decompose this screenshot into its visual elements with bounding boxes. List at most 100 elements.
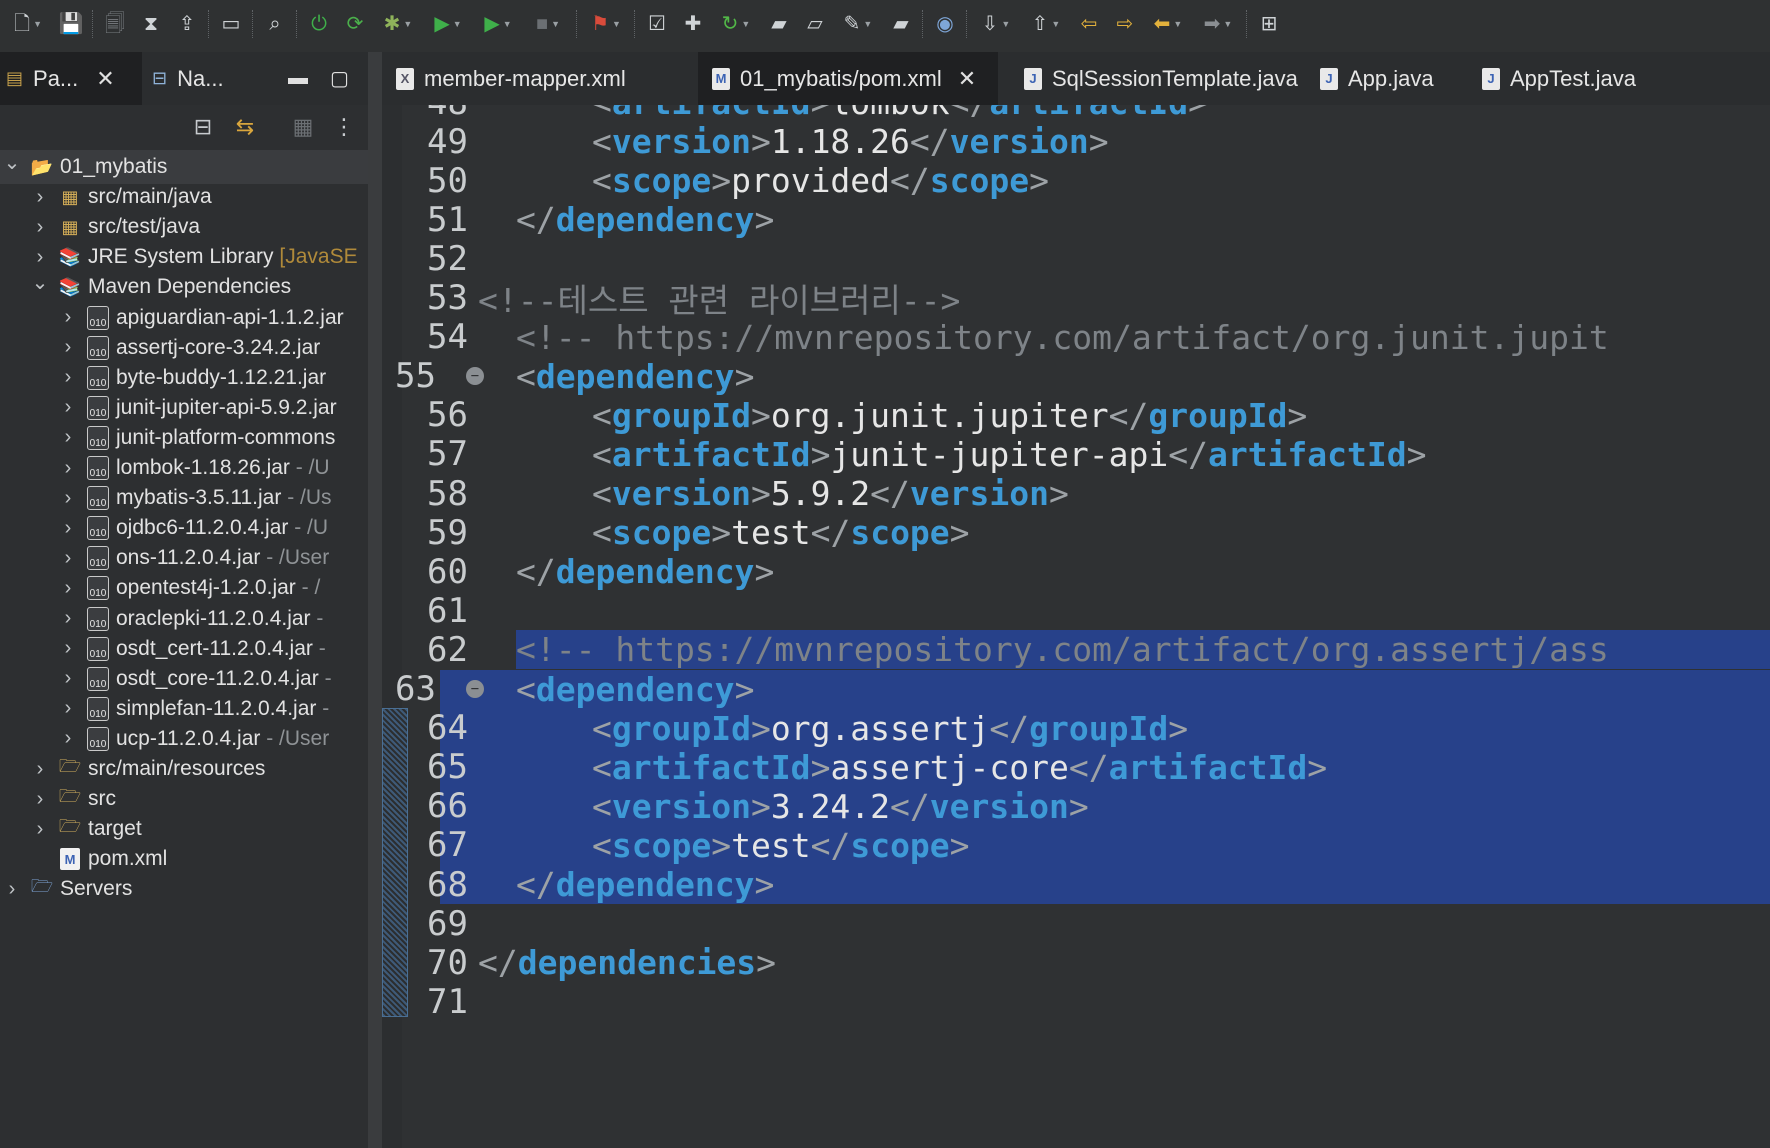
close-icon[interactable]: ✕ <box>958 66 976 92</box>
dropdown-arrow-icon[interactable]: ▼ <box>1223 19 1232 29</box>
tree-item[interactable]: › 010 lombok-1.18.26.jar - /U <box>0 451 368 485</box>
chevron-right-icon[interactable]: › <box>58 547 78 570</box>
next-annotation-icon[interactable]: ⇩ ▼ <box>972 8 1020 40</box>
open-task-icon[interactable]: ☑ <box>640 8 674 40</box>
open-icon[interactable]: ▱ <box>798 8 832 40</box>
code-line[interactable]: 63 − <dependency> <box>382 669 1770 709</box>
chevron-down-icon[interactable]: ⌄ <box>2 150 22 175</box>
dropdown-arrow-icon[interactable]: ▼ <box>612 19 621 29</box>
dropdown-arrow-icon[interactable]: ▼ <box>33 19 42 29</box>
tree-item[interactable]: Mpom.xml <box>0 842 368 876</box>
chevron-right-icon[interactable]: › <box>58 306 78 329</box>
chevron-right-icon[interactable]: › <box>58 426 78 449</box>
fold-toggle-icon[interactable]: − <box>466 367 484 386</box>
code-line[interactable]: 67 <scope>test</scope> <box>382 825 1770 865</box>
chevron-right-icon[interactable]: › <box>58 607 78 630</box>
chevron-right-icon[interactable]: › <box>58 457 78 480</box>
code-line[interactable]: 70 </dependencies> <box>382 943 1770 983</box>
panel-divider[interactable] <box>368 52 382 1148</box>
back-nav-icon[interactable]: ⬅ ▼ <box>1144 8 1192 40</box>
prev-annotation-icon[interactable]: ⇧ ▼ <box>1022 8 1070 40</box>
new-icon[interactable]: 🗋 ▼ <box>4 8 52 40</box>
dropdown-arrow-icon[interactable]: ▼ <box>503 19 512 29</box>
dropdown-arrow-icon[interactable]: ▼ <box>403 19 412 29</box>
chevron-right-icon[interactable]: › <box>30 818 50 841</box>
dropdown-arrow-icon[interactable]: ▼ <box>1001 19 1010 29</box>
edit-icon[interactable]: ✎ ▼ <box>834 8 882 40</box>
tab-navigator[interactable]: ⊟ Na... <box>146 52 286 105</box>
tree-item[interactable]: › 010 ons-11.2.0.4.jar - /User <box>0 541 368 575</box>
search-icon[interactable]: ⌕ <box>258 8 292 40</box>
dropdown-arrow-icon[interactable]: ▼ <box>1051 19 1060 29</box>
tree-item[interactable]: ⌄ 📚 Maven Dependencies <box>0 270 368 304</box>
export-icon[interactable]: ⇪ <box>170 8 204 40</box>
chevron-right-icon[interactable]: › <box>58 336 78 359</box>
code-line[interactable]: 48<artifactId>lombok</artifactId> <box>382 105 1770 123</box>
tree-item[interactable]: › 📚 JRE System Library [JavaSE <box>0 240 368 274</box>
stop-icon[interactable]: ■ ▼ <box>524 8 572 40</box>
code-area[interactable]: 48<artifactId>lombok</artifactId>49<vers… <box>382 105 1770 1148</box>
tree-item[interactable]: › 010 ojdbc6-11.2.0.4.jar - /U <box>0 511 368 545</box>
forward-icon[interactable]: ⇨ <box>1108 8 1142 40</box>
tree-item[interactable]: › 010 oraclepki-11.2.0.4.jar - <box>0 602 368 636</box>
chevron-right-icon[interactable]: › <box>30 758 50 781</box>
chevron-right-icon[interactable]: › <box>2 878 22 901</box>
back-icon[interactable]: ⇦ <box>1072 8 1106 40</box>
editor-tab[interactable]: J App.java <box>1306 52 1456 105</box>
view-menu-icon[interactable]: ⋮ <box>330 111 358 143</box>
dropdown-arrow-icon[interactable]: ▼ <box>863 19 872 29</box>
console-icon[interactable]: ▭ <box>214 8 248 40</box>
chevron-right-icon[interactable]: › <box>58 366 78 389</box>
minimize-icon[interactable]: ▬ <box>288 52 308 105</box>
chevron-down-icon[interactable]: ⌄ <box>30 270 50 295</box>
editor-tab[interactable]: M 01_mybatis/pom.xml ✕ <box>698 52 998 105</box>
chevron-right-icon[interactable]: › <box>58 637 78 660</box>
code-line[interactable]: 69 <box>382 904 1770 944</box>
tree-item[interactable]: › 🗁 target <box>0 812 368 846</box>
dropdown-arrow-icon[interactable]: ▼ <box>1173 19 1182 29</box>
debug-icon[interactable]: ✱ ▼ <box>374 8 422 40</box>
code-line[interactable]: 53 <!--테스트 관련 라이브러리--> <box>382 278 1770 320</box>
refresh-icon[interactable]: ↻ ▼ <box>712 8 760 40</box>
dropdown-arrow-icon[interactable]: ▼ <box>741 19 750 29</box>
power-icon[interactable]: ⏻ <box>302 8 336 40</box>
editor-tab[interactable]: Xmember-mapper.xml <box>382 52 682 105</box>
run-icon[interactable]: ▶ ▼ <box>424 8 472 40</box>
tree-item[interactable]: › 010 mybatis-3.5.11.jar - /Us <box>0 481 368 515</box>
chevron-right-icon[interactable]: › <box>58 396 78 419</box>
code-line[interactable]: 52 <box>382 239 1770 279</box>
chevron-right-icon[interactable]: › <box>30 246 50 269</box>
code-line[interactable]: 55 − <dependency> <box>382 356 1770 396</box>
code-line[interactable]: 59 <scope>test</scope> <box>382 513 1770 553</box>
filter-icon[interactable]: ▦ <box>286 111 320 143</box>
chevron-right-icon[interactable]: › <box>58 727 78 750</box>
code-line[interactable]: 65 <artifactId>assertj-core</artifactId> <box>382 747 1770 787</box>
code-line[interactable]: 57 <artifactId>junit-jupiter-api</artifac… <box>382 434 1770 474</box>
tab-package-explorer[interactable]: ▤ Pa... ✕ <box>0 52 142 105</box>
code-line[interactable]: 64 <groupId>org.assertj</groupId> <box>382 708 1770 748</box>
xml-editor[interactable]: 48<artifactId>lombok</artifactId>49<vers… <box>382 105 1770 1148</box>
tree-item[interactable]: › 010 osdt_core-11.2.0.4.jar - <box>0 662 368 696</box>
code-line[interactable]: 71 <box>382 982 1770 1022</box>
code-line[interactable]: 68 </dependency> <box>382 865 1770 905</box>
tree-item[interactable]: › 010 junit-jupiter-api-5.9.2.jar <box>0 391 368 425</box>
tree-item[interactable]: › 🗁 Servers <box>0 872 368 906</box>
tree-item[interactable]: › 010 byte-buddy-1.12.21.jar <box>0 361 368 395</box>
update-icon[interactable]: ⟳ <box>338 8 372 40</box>
editor-tab[interactable]: J SqlSessionTemplate.java <box>1010 52 1300 105</box>
tree-item[interactable]: › 010 ucp-11.2.0.4.jar - /User <box>0 722 368 756</box>
code-line[interactable]: 60 </dependency> <box>382 552 1770 592</box>
tree-item[interactable]: › ▦ src/test/java <box>0 210 368 244</box>
code-line[interactable]: 51 </dependency> <box>382 200 1770 240</box>
code-line[interactable]: 58 <version>5.9.2</version> <box>382 474 1770 514</box>
close-icon[interactable]: ✕ <box>96 66 114 92</box>
link-with-editor-icon[interactable]: ⇆ <box>228 111 262 143</box>
fold-toggle-icon[interactable]: − <box>466 680 484 699</box>
tree-item[interactable]: › 010 assertj-core-3.24.2.jar <box>0 331 368 365</box>
tree-item[interactable]: › 010 junit-platform-commons <box>0 421 368 455</box>
tree-item[interactable]: › 010 osdt_cert-11.2.0.4.jar - <box>0 632 368 666</box>
tree-item[interactable]: › 010 apiguardian-api-1.1.2.jar <box>0 301 368 335</box>
tree-item[interactable]: › 010 simplefan-11.2.0.4.jar - <box>0 692 368 726</box>
chevron-right-icon[interactable]: › <box>30 186 50 209</box>
chevron-right-icon[interactable]: › <box>58 697 78 720</box>
